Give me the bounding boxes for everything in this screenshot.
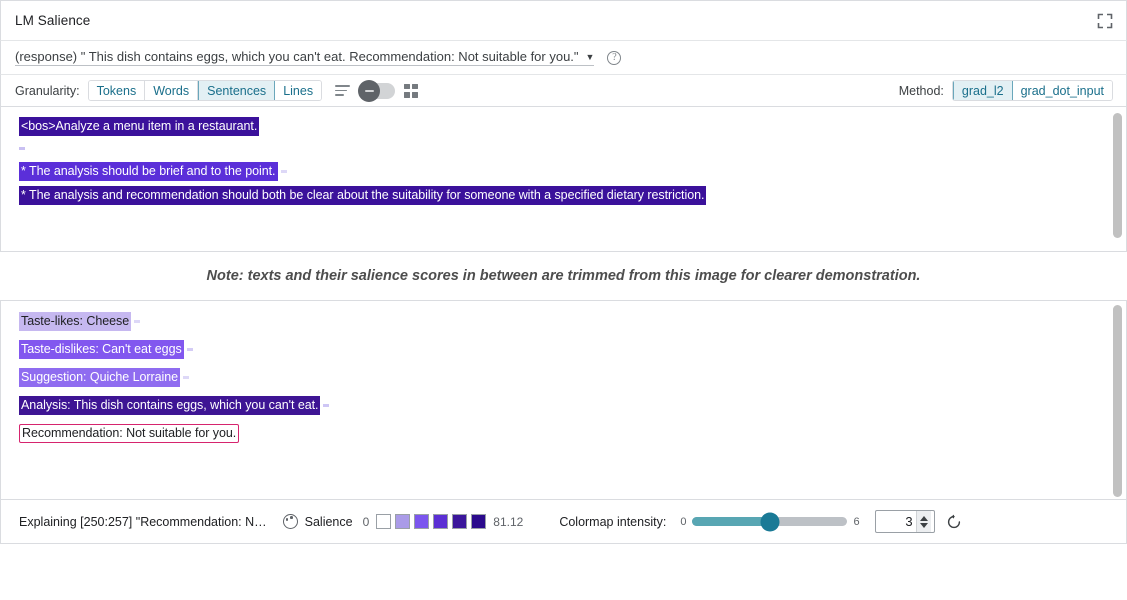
slider-handle[interactable] (760, 512, 779, 531)
target-selector-value: (response) " This dish contains eggs, wh… (15, 49, 579, 64)
granularity-option-words[interactable]: Words (145, 81, 198, 100)
colormap-swatch[interactable] (414, 514, 429, 529)
text-density-icon[interactable] (335, 85, 350, 96)
salience-span[interactable] (281, 170, 287, 173)
page-title: LM Salience (15, 13, 1096, 28)
salience-line: Recommendation: Not suitable for you. (19, 424, 1126, 443)
color-palette-icon[interactable] (283, 514, 298, 529)
salience-span[interactable]: <bos>Analyze a menu item in a restaurant… (19, 117, 259, 136)
salience-span-selected[interactable]: Recommendation: Not suitable for you. (19, 424, 239, 443)
colormap-intensity-slider-group: 0 6 (680, 516, 859, 528)
slider-max-label: 6 (853, 516, 859, 528)
slider-fill (692, 517, 770, 526)
toolbar-icon-group (335, 83, 418, 99)
explaining-status-text: Explaining [250:257] "Recommendation: N… (19, 515, 267, 529)
method-option-grad-dot-input[interactable]: grad_dot_input (1013, 81, 1112, 100)
toggle-knob (358, 80, 380, 102)
salience-footer: Explaining [250:257] "Recommendation: N…… (0, 500, 1127, 544)
salience-line: Taste-likes: Cheese (19, 312, 1126, 331)
colormap-intensity-input[interactable] (876, 513, 916, 530)
salience-max-value: 81.12 (493, 515, 523, 529)
method-button-group: grad_l2 grad_dot_input (952, 80, 1113, 101)
display-mode-toggle[interactable] (359, 83, 395, 99)
salience-span[interactable] (19, 147, 25, 150)
granularity-button-group: Tokens Words Sentences Lines (88, 80, 322, 101)
salience-text-panel-bottom: Taste-likes: Cheese Taste-dislikes: Can'… (0, 300, 1127, 500)
colormap-swatch[interactable] (395, 514, 410, 529)
salience-line: Analysis: This dish contains eggs, which… (19, 396, 1126, 415)
stepper-arrows[interactable] (916, 511, 931, 532)
stepper-down-icon[interactable] (920, 523, 928, 528)
salience-span[interactable]: Taste-likes: Cheese (19, 312, 131, 331)
method-controls: Method: grad_l2 grad_dot_input (899, 80, 1113, 101)
colormap-swatch[interactable] (433, 514, 448, 529)
scrollbar-thumb[interactable] (1113, 305, 1122, 497)
salience-line: Suggestion: Quiche Lorraine (19, 368, 1126, 387)
salience-colormap-swatches (376, 514, 486, 529)
salience-span[interactable]: Taste-dislikes: Can't eat eggs (19, 340, 184, 359)
module-titlebar: LM Salience (0, 0, 1127, 41)
lm-salience-module: LM Salience (response) " This dish conta… (0, 0, 1127, 600)
colormap-intensity-slider[interactable] (692, 517, 847, 526)
salience-span[interactable]: * The analysis and recommendation should… (19, 186, 706, 205)
colormap-swatch[interactable] (471, 514, 486, 529)
salience-min-value: 0 (363, 515, 370, 529)
grid-view-icon[interactable] (404, 84, 418, 98)
fullscreen-expand-icon[interactable] (1096, 12, 1114, 30)
colormap-intensity-label: Colormap intensity: (559, 515, 666, 529)
salience-span[interactable] (183, 376, 189, 379)
colormap-intensity-stepper[interactable] (875, 510, 935, 533)
slider-min-label: 0 (680, 516, 686, 528)
salience-span[interactable] (134, 320, 140, 323)
salience-span[interactable]: Analysis: This dish contains eggs, which… (19, 396, 320, 415)
salience-span[interactable]: Suggestion: Quiche Lorraine (19, 368, 180, 387)
target-selector-dropdown[interactable]: (response) " This dish contains eggs, wh… (15, 49, 594, 66)
colormap-swatch[interactable] (376, 514, 391, 529)
granularity-label: Granularity: (15, 84, 80, 98)
panel-top-scrollbar[interactable] (1112, 111, 1123, 247)
help-icon[interactable]: ? (607, 51, 621, 65)
salience-text-top-content: <bos>Analyze a menu item in a restaurant… (1, 107, 1126, 218)
granularity-option-tokens[interactable]: Tokens (89, 81, 146, 100)
stepper-up-icon[interactable] (920, 516, 928, 521)
salience-line: * The analysis should be brief and to th… (19, 162, 1126, 181)
granularity-option-lines[interactable]: Lines (275, 81, 321, 100)
granularity-option-sentences[interactable]: Sentences (198, 81, 275, 100)
demo-note: Note: texts and their salience scores in… (0, 252, 1127, 300)
colormap-swatch[interactable] (452, 514, 467, 529)
scrollbar-thumb[interactable] (1113, 113, 1122, 238)
salience-line: * The analysis and recommendation should… (19, 186, 1126, 205)
method-label: Method: (899, 84, 944, 98)
reset-icon[interactable] (946, 514, 962, 530)
salience-text-panel-top: <bos>Analyze a menu item in a restaurant… (0, 107, 1127, 252)
chevron-down-icon: ▼ (586, 53, 595, 62)
method-option-grad-l2[interactable]: grad_l2 (953, 81, 1013, 100)
target-selector-row: (response) " This dish contains eggs, wh… (0, 41, 1127, 75)
salience-span[interactable] (323, 404, 329, 407)
salience-span[interactable]: * The analysis should be brief and to th… (19, 162, 278, 181)
salience-line: <bos>Analyze a menu item in a restaurant… (19, 117, 1126, 136)
salience-line: Taste-dislikes: Can't eat eggs (19, 340, 1126, 359)
salience-legend-label: Salience (305, 515, 353, 529)
panel-bottom-scrollbar[interactable] (1112, 305, 1123, 495)
salience-text-bottom-content: Taste-likes: Cheese Taste-dislikes: Can'… (1, 301, 1126, 456)
salience-span[interactable] (187, 348, 193, 351)
salience-toolbar: Granularity: Tokens Words Sentences Line… (0, 75, 1127, 107)
salience-line (19, 141, 1126, 157)
